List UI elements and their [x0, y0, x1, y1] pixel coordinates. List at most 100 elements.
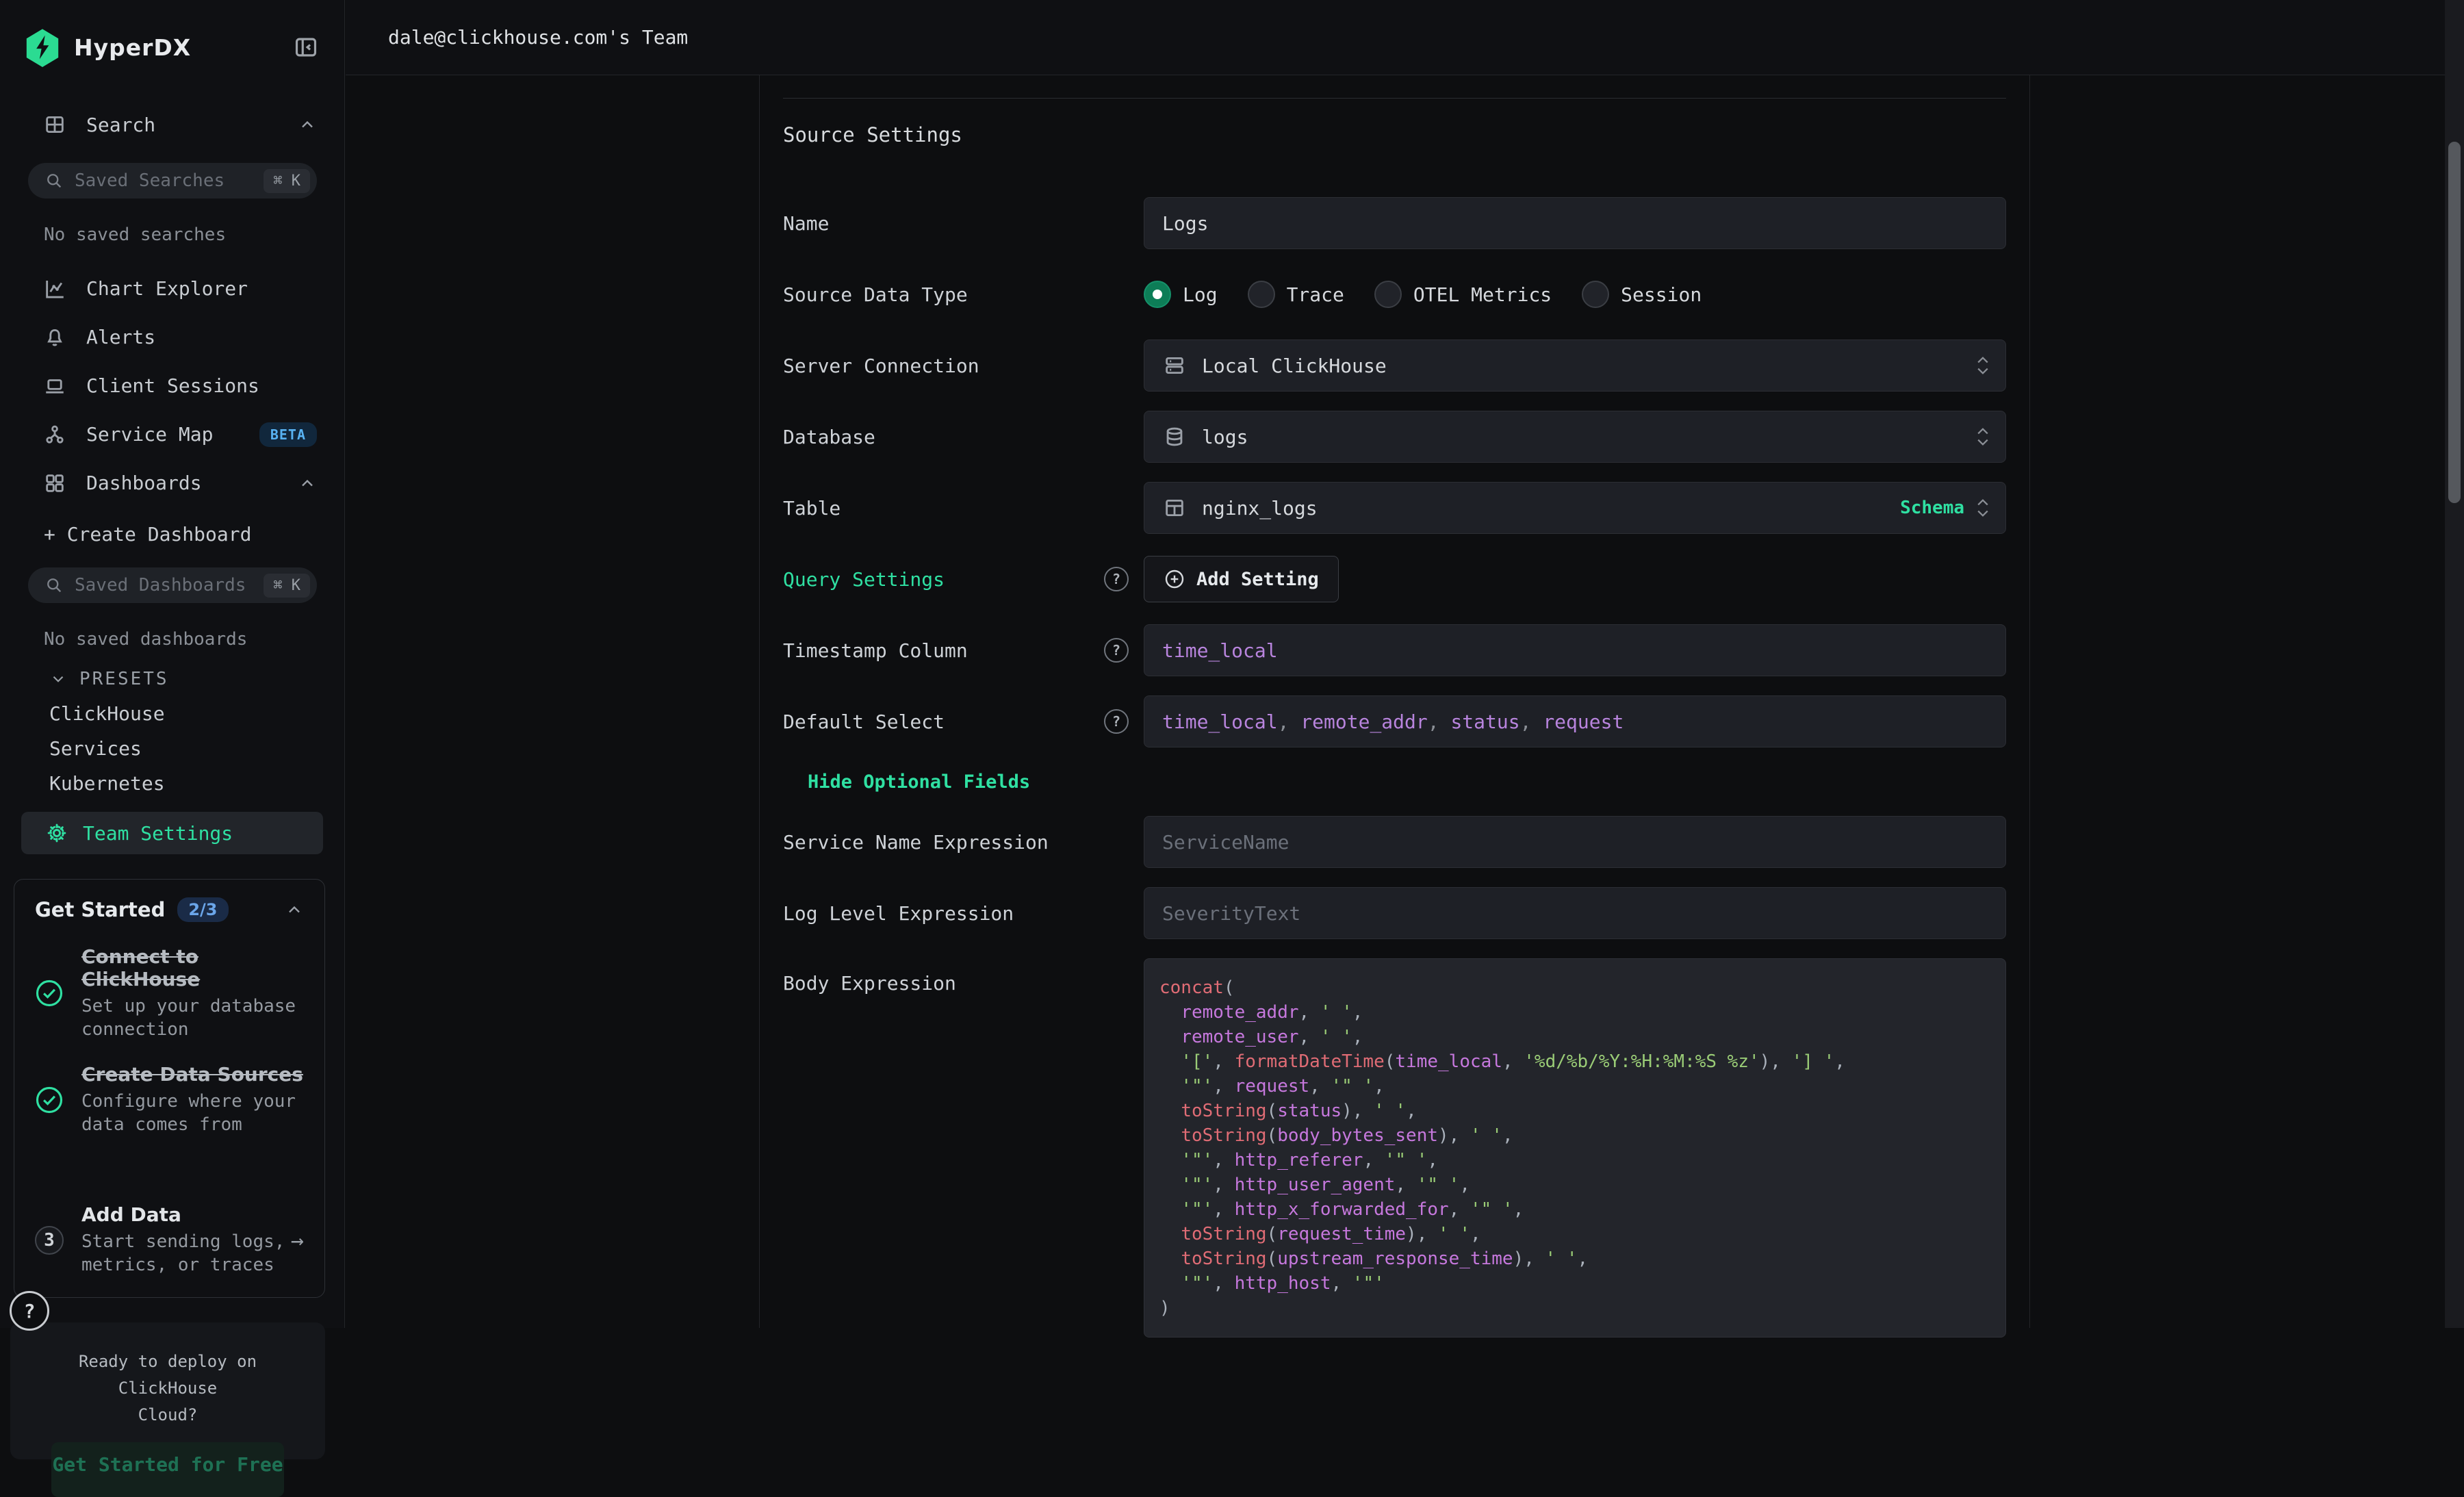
code-token: '" ': [1417, 1175, 1460, 1195]
log-level-input[interactable]: SeverityText: [1144, 887, 2006, 939]
saved-searches-input[interactable]: Saved Searches ⌘ K: [28, 163, 317, 199]
radio-log[interactable]: Log: [1144, 281, 1218, 308]
timestamp-column-label: Timestamp Column: [783, 639, 968, 662]
code-token: [1159, 1125, 1181, 1146]
sidebar-item-team-settings[interactable]: Team Settings: [21, 812, 323, 854]
code-token: ,: [1213, 1199, 1234, 1220]
team-settings-panel: Source Settings Name Logs Source Data Ty…: [759, 75, 2030, 1328]
shortcut-badge: ⌘ K: [264, 169, 310, 193]
sidebar-item-label: Team Settings: [83, 822, 233, 845]
code-token: '" ': [1331, 1076, 1374, 1097]
saved-dashboards-input[interactable]: Saved Dashboards ⌘ K: [28, 567, 317, 603]
hide-optional-fields-link[interactable]: Hide Optional Fields: [808, 771, 1030, 793]
code-token: ,: [1213, 1051, 1234, 1072]
code-token: ),: [1342, 1101, 1374, 1121]
gear-icon: [44, 821, 69, 845]
code-token: http_referer: [1235, 1150, 1363, 1170]
code-line: '"', request, '" ',: [1159, 1074, 1990, 1099]
help-icon[interactable]: ?: [1104, 567, 1129, 591]
collapse-sidebar-button[interactable]: [292, 34, 320, 61]
sidebar-item-search[interactable]: Search: [0, 103, 344, 146]
query-settings-label: Query Settings: [783, 568, 945, 591]
sidebar-item-alerts[interactable]: Alerts: [0, 313, 344, 361]
get-started-steps: Connect to ClickHouse Set up your databa…: [35, 945, 304, 1277]
service-name-input[interactable]: ServiceName: [1144, 816, 2006, 868]
search-icon: [44, 576, 64, 595]
chevron-up-icon[interactable]: [298, 115, 317, 134]
code-token: ' ': [1320, 1027, 1352, 1047]
schema-button[interactable]: Schema: [1900, 498, 1964, 518]
help-glyph: ?: [1112, 713, 1120, 730]
code-token: ),: [1760, 1051, 1792, 1072]
no-saved-searches-text: No saved searches: [44, 225, 344, 245]
code-token: ' ': [1470, 1125, 1502, 1146]
code-token: ,: [1395, 1175, 1416, 1195]
preset-item-clickhouse[interactable]: ClickHouse: [0, 696, 344, 731]
radio-otel-metrics[interactable]: OTEL Metrics: [1374, 281, 1552, 308]
chevron-up-icon[interactable]: [298, 474, 317, 493]
chevron-up-icon[interactable]: [285, 900, 304, 919]
code-token: ,: [1513, 1199, 1524, 1220]
code-token: [1159, 1051, 1181, 1072]
field-row-table: Table nginx_logs Schema: [783, 482, 2006, 534]
table-value: nginx_logs: [1202, 497, 1318, 520]
laptop-icon: [42, 374, 67, 398]
select-chevrons-icon: [1974, 354, 1992, 377]
add-setting-button[interactable]: Add Setting: [1144, 556, 1339, 602]
database-select[interactable]: logs: [1144, 411, 2006, 463]
sidebar-item-client-sessions[interactable]: Client Sessions: [0, 361, 344, 410]
default-select-column: status: [1450, 711, 1519, 733]
bell-icon: [42, 325, 67, 350]
code-token: ' ': [1438, 1224, 1470, 1244]
default-select-input[interactable]: time_local, remote_addr, status, request: [1144, 695, 2006, 747]
scrollbar-track[interactable]: [2445, 0, 2464, 1328]
code-token: '"': [1181, 1199, 1213, 1220]
code-token: http_host: [1235, 1273, 1331, 1294]
server-connection-label: Server Connection: [783, 355, 979, 377]
code-token: [1159, 1224, 1181, 1244]
table-label: Table: [783, 497, 840, 520]
step-create-data-sources[interactable]: Create Data Sources Configure where your…: [35, 1063, 304, 1136]
field-row-body-expression: Body Expression concat( remote_addr, ' '…: [783, 958, 2006, 1338]
step-connect-clickhouse[interactable]: Connect to ClickHouse Set up your databa…: [35, 945, 304, 1041]
code-line: '"', http_user_agent, '" ',: [1159, 1173, 1990, 1197]
sidebar-item-chart-explorer[interactable]: Chart Explorer: [0, 264, 344, 313]
table-select[interactable]: nginx_logs Schema: [1144, 482, 2006, 534]
default-select-column: request: [1543, 711, 1624, 733]
code-token: [1159, 1175, 1181, 1195]
body-expression-label: Body Expression: [783, 972, 956, 995]
help-button[interactable]: ?: [10, 1291, 49, 1331]
code-token: ,: [1459, 1175, 1470, 1195]
body-expression-editor[interactable]: concat( remote_addr, ' ', remote_user, '…: [1144, 958, 2006, 1338]
help-icon[interactable]: ?: [1104, 709, 1129, 734]
preset-item-services[interactable]: Services: [0, 731, 344, 766]
name-input[interactable]: Logs: [1144, 197, 2006, 249]
service-name-label: Service Name Expression: [783, 831, 1049, 854]
radio-trace[interactable]: Trace: [1248, 281, 1344, 308]
sidebar-item-service-map[interactable]: Service Map BETA: [0, 410, 344, 459]
help-icon[interactable]: ?: [1104, 638, 1129, 663]
check-circle-icon: [35, 979, 64, 1008]
preset-item-kubernetes[interactable]: Kubernetes: [0, 766, 344, 801]
code-token: '" ': [1385, 1150, 1428, 1170]
timestamp-column-input[interactable]: time_local: [1144, 624, 2006, 676]
code-token: ' ': [1545, 1249, 1578, 1269]
presets-toggle[interactable]: PRESETS: [49, 667, 344, 691]
search-icon: [44, 171, 64, 190]
server-connection-select[interactable]: Local ClickHouse: [1144, 340, 2006, 392]
dashboards-icon: [42, 471, 67, 496]
database-value: logs: [1202, 426, 1248, 448]
step-add-data[interactable]: 3 Add Data Start sending logs, metrics, …: [35, 1203, 304, 1277]
select-chevrons-icon: [1974, 425, 1992, 448]
sidebar-item-dashboards[interactable]: Dashboards: [0, 459, 344, 507]
get-started-free-button[interactable]: Get Started for Free: [51, 1442, 284, 1497]
radio-session[interactable]: Session: [1582, 281, 1702, 308]
get-started-header[interactable]: Get Started 2/3: [35, 897, 304, 922]
code-token: ,: [1299, 1002, 1320, 1023]
code-token: ): [1159, 1298, 1170, 1318]
create-dashboard-button[interactable]: + Create Dashboard: [0, 517, 344, 551]
radio-label: OTEL Metrics: [1413, 283, 1552, 306]
code-token: ,: [1299, 1027, 1320, 1047]
code-token: '"': [1181, 1076, 1213, 1097]
scrollbar-thumb[interactable]: [2448, 142, 2461, 503]
